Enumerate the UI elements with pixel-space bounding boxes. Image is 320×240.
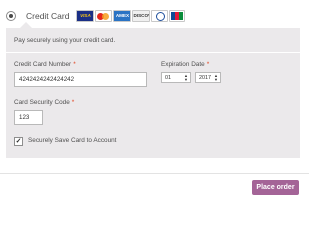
card-logos: VISA AMEX DISCOVER [76,10,186,22]
card-number-label-wrap: Credit Card Number * [14,61,76,68]
exp-year-value: 2017 [199,75,211,81]
credit-card-radio[interactable] [6,11,16,21]
amex-logo: AMEX [113,10,132,22]
card-number-input[interactable]: 4242424242424242 [14,72,147,87]
checkmark-icon: ✓ [15,138,22,145]
save-card-label[interactable]: Securely Save Card to Account [28,137,116,144]
expiration-label-wrap: Expiration Date * [161,61,209,68]
security-code-label-wrap: Card Security Code * [14,99,74,106]
jcb-logo [169,10,186,22]
payment-method-credit-card[interactable]: Credit Card VISA AMEX DISCOVER [6,8,186,24]
save-card-checkbox[interactable]: ✓ [14,137,23,146]
credit-card-label[interactable]: Credit Card [26,11,69,21]
required-mark: * [73,61,76,68]
select-arrows-icon: ▲ ▼ [214,73,218,82]
exp-month-value: 01 [165,75,171,81]
required-mark: * [206,61,210,68]
panel-divider [6,52,300,53]
diners-club-logo [151,10,169,22]
mastercard-logo [95,10,113,22]
expiration-date-label: Expiration Date [161,61,205,68]
card-number-label: Credit Card Number [14,61,72,68]
select-arrows-icon: ▲ ▼ [184,73,188,82]
security-code-input[interactable]: 123 [14,110,43,125]
credit-card-form-panel: Pay securely using your credit card. Cre… [6,22,300,158]
discover-logo: DISCOVER [132,10,151,22]
visa-logo: VISA [76,10,95,22]
security-code-label: Card Security Code [14,99,70,106]
exp-month-select[interactable]: 01 ▲ ▼ [161,72,191,83]
required-mark: * [71,99,75,106]
pay-securely-text: Pay securely using your credit card. [14,37,116,44]
footer-divider [0,173,309,174]
exp-year-select[interactable]: 2017 ▲ ▼ [195,72,221,83]
place-order-button[interactable]: Place order [252,180,299,195]
